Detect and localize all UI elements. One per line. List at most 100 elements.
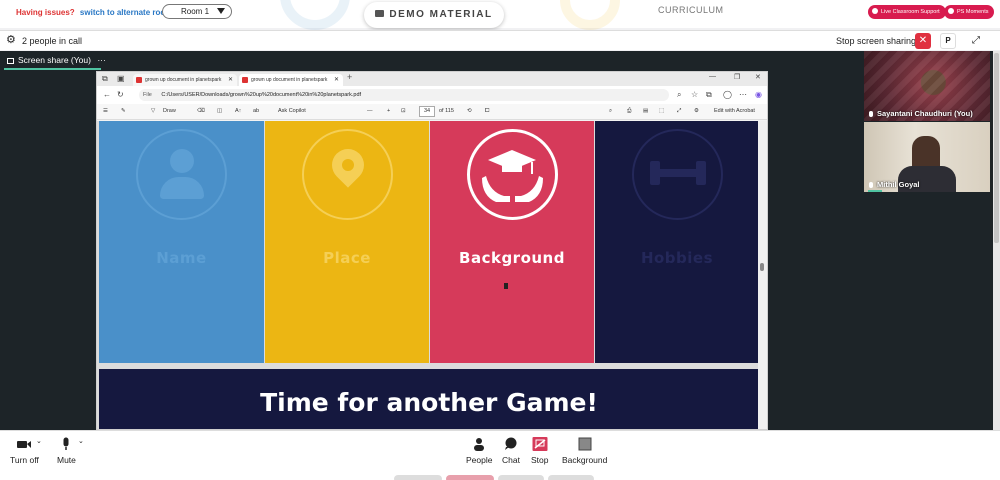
page-scrollbar[interactable] xyxy=(993,51,1000,430)
room-select[interactable]: Room 1 xyxy=(162,4,232,19)
chat-button[interactable]: Chat xyxy=(502,437,520,465)
zoom-in-button[interactable]: + xyxy=(387,108,390,114)
eraser-icon[interactable]: ⌫ xyxy=(197,108,205,114)
zoom-icon[interactable]: ⌕ xyxy=(677,90,681,100)
folder-icon xyxy=(375,10,385,17)
panel-label: Name xyxy=(156,249,207,267)
favorite-icon[interactable]: ☆ xyxy=(691,90,698,99)
profile-icon[interactable]: ◯ xyxy=(723,90,732,99)
close-icon[interactable]: ✕ xyxy=(334,74,339,86)
more-icon[interactable]: ⋯ xyxy=(739,90,747,99)
graduation-cap-icon xyxy=(467,129,558,220)
background-button[interactable]: Background xyxy=(562,437,607,465)
tab-actions-icon[interactable]: ▣ xyxy=(117,74,125,83)
refresh-icon[interactable]: ↻ xyxy=(117,90,124,99)
panel-background: Background xyxy=(430,121,594,363)
url-text: C:/Users/USER/Downloads/grown%20up%20doc… xyxy=(161,92,362,98)
issues-text: Having issues? xyxy=(16,8,75,17)
close-icon[interactable]: ✕ xyxy=(228,74,233,86)
ask-copilot-button[interactable]: Ask Copilot xyxy=(278,108,306,114)
fullscreen-icon[interactable]: ⤢ xyxy=(677,108,681,115)
curriculum-link[interactable]: CURRICULUM xyxy=(658,5,724,15)
panel-hobbies: Hobbies xyxy=(595,121,759,363)
participant-tile[interactable]: Sayantani Chaudhuri (You) xyxy=(864,51,990,121)
slide-panels: Name Place Background Hobbies xyxy=(99,121,759,363)
new-tab-button[interactable]: + xyxy=(347,72,352,82)
highlight-icon[interactable]: ✎ xyxy=(121,108,126,114)
maximize-button[interactable]: ❐ xyxy=(734,73,740,81)
browser-tab[interactable]: grown up document in planetspark ✕ xyxy=(133,74,237,86)
alternate-room-link[interactable]: switch to alternate room xyxy=(80,8,172,17)
speaking-indicator xyxy=(868,190,882,192)
back-icon[interactable]: ← xyxy=(103,90,111,99)
page-number-input[interactable]: 34 xyxy=(419,106,435,117)
hobbies-icon xyxy=(632,129,723,220)
shared-browser-window: ⧉ ▣ grown up document in planetspark ✕ g… xyxy=(96,71,768,430)
two-page-icon[interactable]: ⧠ xyxy=(485,108,489,115)
meeting-controls: Turn off ⌄ Mute ⌄ People Chat Stop Backg… xyxy=(0,430,1000,480)
demo-material-button[interactable]: DEMO MATERIAL xyxy=(364,2,504,28)
ps-moments-button[interactable]: PS Moments xyxy=(944,5,995,19)
pdf-toolbar: ☰ ✎ ▽ Draw ⌫ ◫ A↑ ab Ask Copilot — + ⊡ 3… xyxy=(97,104,767,120)
camera-toggle-button[interactable]: Turn off xyxy=(10,437,39,465)
view-icon[interactable]: ◫ xyxy=(217,108,222,114)
pdf-content: Name Place Background Hobbies Time for a… xyxy=(97,121,759,429)
participant-tile[interactable]: Mithil Goyal xyxy=(864,122,990,192)
scrollbar-thumb[interactable] xyxy=(994,53,999,243)
chevron-down-icon[interactable]: ⌄ xyxy=(36,437,42,445)
slide-game: Time for another Game! xyxy=(99,369,759,429)
fit-page-icon[interactable]: ⊡ xyxy=(401,108,406,114)
screen-icon xyxy=(7,58,14,64)
scrollbar-thumb[interactable] xyxy=(760,263,764,271)
people-count: 2 people in call xyxy=(22,36,83,46)
contents-icon[interactable]: ☰ xyxy=(103,108,108,114)
stop-share-close-button[interactable]: ✕ xyxy=(915,33,931,49)
decor-arc xyxy=(560,0,620,30)
save-icon[interactable]: ▤ xyxy=(643,108,648,114)
panel-place: Place xyxy=(265,121,429,363)
stop-screen-sharing-label[interactable]: Stop screen sharing xyxy=(836,36,916,46)
collections-icon[interactable]: ⧉ xyxy=(706,90,712,100)
print-icon[interactable]: ⎙ xyxy=(627,108,631,115)
chevron-down-icon xyxy=(217,8,225,14)
address-bar[interactable]: File C:/Users/USER/Downloads/grown%20up%… xyxy=(139,89,669,101)
minimize-button[interactable]: — xyxy=(709,73,716,80)
draw-icon[interactable]: ▽ xyxy=(151,108,155,114)
issues-banner: Having issues? switch to alternate room xyxy=(16,8,172,17)
panel-name: Name xyxy=(99,121,264,363)
copilot-icon[interactable]: ◉ xyxy=(755,90,762,99)
live-support-label: Live Classroom Support xyxy=(881,9,940,15)
live-support-button[interactable]: Live Classroom Support xyxy=(868,5,946,19)
screen-share-tab[interactable]: Screen share (You) ··· xyxy=(7,55,106,65)
pdf-icon xyxy=(242,77,248,83)
video-camera-icon xyxy=(10,437,39,451)
more-icon[interactable]: ··· xyxy=(97,55,106,65)
workspaces-icon[interactable]: ⧉ xyxy=(102,74,108,84)
read-aloud-icon[interactable]: A↑ xyxy=(235,108,241,114)
pdf-scrollbar[interactable] xyxy=(758,121,767,429)
location-pin-icon xyxy=(302,129,393,220)
page-total: of 115 xyxy=(439,108,454,114)
save-as-icon[interactable]: ⬚ xyxy=(659,108,664,114)
search-icon[interactable]: ⌕ xyxy=(609,108,612,115)
zoom-out-button[interactable]: — xyxy=(367,108,373,114)
draw-button[interactable]: Draw xyxy=(163,108,176,114)
person-icon xyxy=(466,437,492,451)
mute-button[interactable]: Mute xyxy=(57,437,76,465)
rotate-icon[interactable]: ⟲ xyxy=(467,108,472,114)
stop-share-button[interactable]: Stop xyxy=(531,437,549,465)
chevron-down-icon[interactable]: ⌄ xyxy=(78,437,84,445)
close-window-button[interactable]: ✕ xyxy=(755,73,761,81)
gear-icon[interactable]: ⚙ xyxy=(6,35,16,46)
translate-icon[interactable]: ab xyxy=(253,108,259,114)
people-label: People xyxy=(466,455,493,465)
edit-with-acrobat-button[interactable]: Edit with Acrobat xyxy=(714,108,755,114)
people-button[interactable]: People xyxy=(466,437,492,465)
browser-tab-active[interactable]: grown up document in planetspark ✕ xyxy=(239,74,343,86)
decor-pill xyxy=(446,475,494,480)
settings-icon[interactable]: ⚙ xyxy=(694,108,699,114)
expand-icon[interactable]: ⤢ xyxy=(968,33,984,49)
pin-button[interactable]: P xyxy=(940,33,956,49)
screen-share-label: Screen share (You) xyxy=(18,55,91,65)
turn-off-label: Turn off xyxy=(10,455,39,465)
